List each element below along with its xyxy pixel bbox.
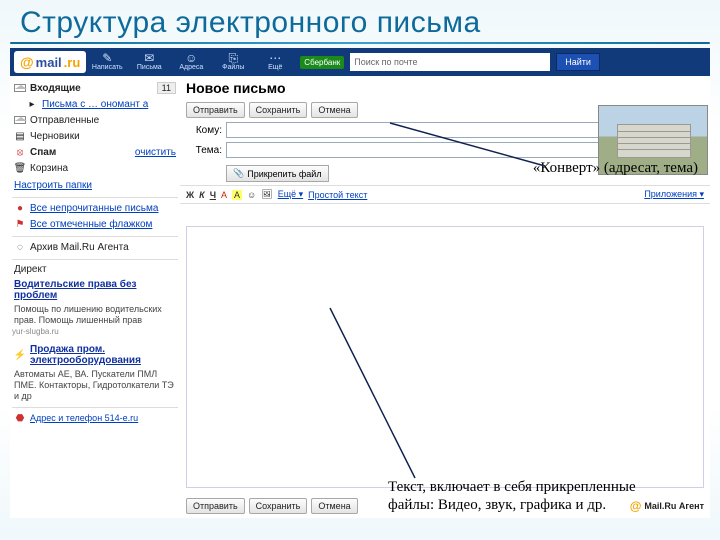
inbox-count: 11 (157, 82, 176, 94)
save-button-top[interactable]: Сохранить (249, 102, 308, 118)
font-color-button[interactable]: A (221, 190, 227, 200)
inbox-icon (14, 82, 26, 94)
spam-icon: ⦻ (14, 146, 26, 158)
sidebar-manage-folders[interactable]: Настроить папки (12, 178, 178, 193)
bg-color-button[interactable]: A (232, 190, 242, 200)
sidebar-item-drafts[interactable]: ▤Черновики (12, 128, 178, 144)
sidebar-item-unread[interactable]: ●Все непрочитанные письма (12, 197, 178, 216)
send-button-bottom[interactable]: Отправить (186, 498, 245, 514)
nav-contacts[interactable]: ☺Адреса (170, 48, 212, 76)
attach-file-button[interactable]: 📎Прикрепить файл (226, 165, 329, 182)
folder-icon: ▸ (26, 98, 38, 110)
screenshot-container: @ mail .ru ✎Написать ✉Письма ☺Адреса ⎘Фа… (10, 48, 710, 518)
nav-mail[interactable]: ✉Письма (128, 48, 170, 76)
emoji-button[interactable]: ☺ (247, 190, 256, 200)
at-icon: @ (20, 54, 34, 70)
sidebar-ad1-site: yur-slugba.ru (12, 327, 178, 336)
nav-files[interactable]: ⎘Файлы (212, 48, 254, 76)
annotation-body: Текст, включает в себя прикрепленные фай… (388, 478, 668, 514)
sidebar-item-subfolder[interactable]: ▸Письма с … ономант а (12, 96, 178, 112)
contacts-icon: ☺ (185, 52, 197, 64)
sidebar-item-archive[interactable]: ◌Архив Mail.Ru Агента (12, 236, 178, 255)
paperclip-icon: 📎 (233, 168, 244, 179)
postcard-button[interactable]: 🖼 (261, 189, 272, 200)
toolbar-more[interactable]: Ещё ▾ (278, 189, 303, 200)
envelope-icon: ✉ (144, 52, 154, 64)
sidebar-ad2-text: Автоматы АЕ, ВА. Пускатели ПМЛ ПМЕ. Конт… (12, 368, 178, 403)
unread-icon: ● (14, 202, 26, 214)
send-button-top[interactable]: Отправить (186, 102, 245, 118)
flag-icon: ⚑ (14, 218, 26, 230)
trash-icon: 🗑 (14, 162, 26, 174)
compose-heading: Новое письмо (180, 76, 710, 100)
top-bar: @ mail .ru ✎Написать ✉Письма ☺Адреса ⎘Фа… (10, 48, 710, 76)
logo-text-ru: .ru (64, 55, 81, 70)
subject-label: Тема: (186, 145, 222, 156)
logo-text-mail: mail (36, 55, 62, 70)
editor-toolbar: Ж К Ч A A ☺ 🖼 Ещё ▾ Простой текст Прилож… (180, 185, 710, 204)
pencil-icon: ✎ (102, 52, 112, 64)
message-body-editor[interactable] (186, 226, 704, 488)
sidebar-item-flagged[interactable]: ⚑Все отмеченные флажком (12, 216, 178, 232)
italic-button[interactable]: К (199, 190, 205, 200)
search-input[interactable]: Поиск по почте (350, 53, 550, 71)
sidebar-item-sent[interactable]: Отправленные (12, 112, 178, 128)
title-underline (10, 42, 710, 44)
sidebar-item-trash[interactable]: 🗑Корзина (12, 160, 178, 176)
find-button[interactable]: Найти (556, 53, 600, 71)
nav-more[interactable]: ⋯Ещё (254, 48, 296, 76)
toolbar-plain[interactable]: Простой текст (308, 190, 367, 200)
bolt-icon: ⚡ (14, 349, 26, 361)
annotation-envelope: «Конверт» (адресат, тема) (533, 160, 698, 177)
sidebar-item-spam[interactable]: ⦻Спамочистить (12, 144, 178, 160)
sberbank-badge[interactable]: Сбербанк (300, 56, 344, 69)
more-icon: ⋯ (269, 52, 281, 64)
nav-compose[interactable]: ✎Написать (86, 48, 128, 76)
files-icon: ⎘ (228, 52, 238, 64)
bold-button[interactable]: Ж (186, 190, 194, 200)
sidebar: Входящие11 ▸Письма с … ономант а Отправл… (10, 76, 180, 518)
mail-logo[interactable]: @ mail .ru (14, 51, 86, 73)
cancel-button-bottom[interactable]: Отмена (311, 498, 357, 514)
sent-icon (14, 114, 26, 126)
drafts-icon: ▤ (14, 130, 26, 142)
save-button-bottom[interactable]: Сохранить (249, 498, 308, 514)
spam-clear-link[interactable]: очистить (135, 147, 176, 158)
underline-button[interactable]: Ч (210, 190, 216, 200)
sidebar-ad2-title[interactable]: ⚡Продажа пром. электрооборудования (12, 342, 178, 368)
sidebar-ad1-text: Помощь по лишению водительских прав. Пом… (12, 303, 178, 327)
sidebar-ad3[interactable]: ⬣Адрес и телефон 514-е.ru (12, 407, 178, 426)
to-label: Кому: (186, 125, 222, 136)
sidebar-item-inbox[interactable]: Входящие11 (12, 80, 178, 96)
cancel-button-top[interactable]: Отмена (311, 102, 357, 118)
pin-icon: ⬣ (14, 412, 26, 424)
toolbar-apps[interactable]: Приложения ▾ (644, 189, 704, 200)
sidebar-ad1-title[interactable]: Водительские права без проблем (12, 277, 178, 303)
archive-icon: ◌ (14, 241, 26, 253)
slide-title: Структура электронного письма (0, 0, 720, 40)
sidebar-direct-label: Директ (12, 259, 178, 277)
